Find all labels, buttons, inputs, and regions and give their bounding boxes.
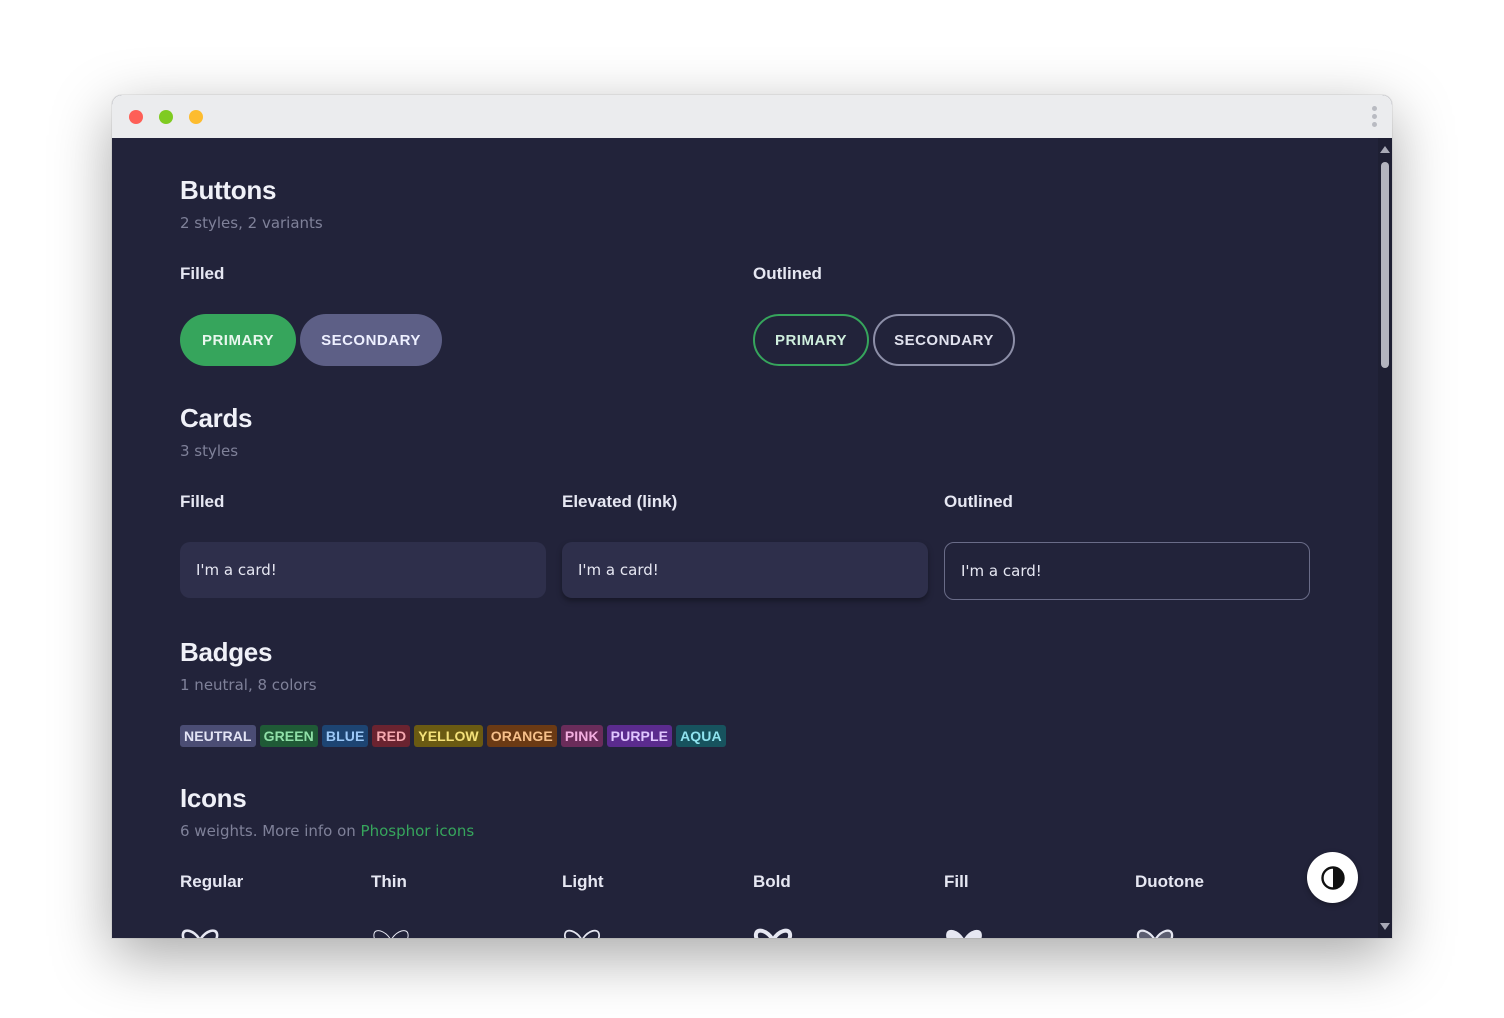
badge-aqua: AQUA	[676, 725, 726, 747]
section-subtitle-cards: 3 styles	[180, 442, 239, 460]
cards-elevated-heading: Elevated (link)	[562, 492, 678, 511]
butterfly-icon	[373, 930, 409, 938]
badge-neutral: NEUTRAL	[180, 725, 256, 747]
page-content: Buttons 2 styles, 2 variants Filled Outl…	[112, 138, 1378, 938]
outlined-card: I'm a card!	[944, 542, 1310, 600]
badge-row: NEUTRAL GREEN BLUE RED YELLOW ORANGE PIN…	[180, 725, 726, 747]
filled-card: I'm a card!	[180, 542, 546, 598]
buttons-outlined-heading: Outlined	[753, 264, 822, 283]
contrast-icon	[1320, 865, 1345, 890]
filled-secondary-button[interactable]: SECONDARY	[300, 314, 442, 366]
butterfly-icon	[181, 929, 219, 938]
browser-window: Buttons 2 styles, 2 variants Filled Outl…	[112, 95, 1392, 938]
icon-weight-light: Light	[562, 872, 604, 891]
card-text: I'm a card!	[961, 562, 1042, 580]
outlined-primary-button[interactable]: PRIMARY	[753, 314, 869, 366]
section-title-cards: Cards	[180, 403, 253, 433]
section-title-buttons: Buttons	[180, 175, 277, 205]
filled-primary-button[interactable]: PRIMARY	[180, 314, 296, 366]
badge-yellow: YELLOW	[414, 725, 483, 747]
section-subtitle-badges: 1 neutral, 8 colors	[180, 676, 317, 694]
butterfly-icon	[1136, 929, 1174, 938]
badge-orange: ORANGE	[486, 725, 557, 747]
icon-weight-regular: Regular	[180, 872, 244, 891]
title-bar	[112, 95, 1392, 138]
icon-weight-bold: Bold	[753, 872, 791, 891]
scroll-down-icon[interactable]	[1380, 923, 1390, 930]
icon-weight-fill: Fill	[944, 872, 969, 891]
close-window-button[interactable]	[129, 110, 143, 124]
buttons-filled-heading: Filled	[180, 264, 225, 283]
icon-weight-duotone: Duotone	[1135, 872, 1204, 891]
scrollbar-thumb[interactable]	[1381, 162, 1389, 368]
butterfly-icon	[753, 928, 793, 938]
more-options-icon[interactable]	[1370, 106, 1378, 130]
outlined-secondary-button[interactable]: SECONDARY	[873, 314, 1015, 366]
section-title-icons: Icons	[180, 783, 247, 813]
badge-purple: PURPLE	[606, 725, 673, 747]
cards-filled-heading: Filled	[180, 492, 225, 511]
card-text: I'm a card!	[196, 561, 277, 579]
scroll-up-icon[interactable]	[1380, 146, 1390, 153]
theme-toggle-button[interactable]	[1307, 852, 1358, 903]
maximize-window-button[interactable]	[159, 110, 173, 124]
badge-green: GREEN	[259, 725, 318, 747]
icons-subtitle-text: 6 weights. More info on	[180, 822, 361, 840]
phosphor-icons-link[interactable]: Phosphor icons	[361, 822, 475, 840]
badge-blue: BLUE	[321, 725, 369, 747]
minimize-window-button[interactable]	[189, 110, 203, 124]
cards-outlined-heading: Outlined	[944, 492, 1013, 511]
butterfly-icon	[946, 929, 982, 938]
vertical-scrollbar[interactable]	[1378, 138, 1392, 938]
icon-weight-thin: Thin	[371, 872, 407, 891]
badge-red: RED	[372, 725, 411, 747]
section-subtitle-buttons: 2 styles, 2 variants	[180, 214, 323, 232]
card-text: I'm a card!	[578, 561, 659, 579]
badge-pink: PINK	[560, 725, 603, 747]
butterfly-icon	[564, 929, 600, 938]
section-title-badges: Badges	[180, 637, 273, 667]
section-subtitle-icons: 6 weights. More info on Phosphor icons	[180, 822, 474, 840]
elevated-card-link[interactable]: I'm a card!	[562, 542, 928, 598]
